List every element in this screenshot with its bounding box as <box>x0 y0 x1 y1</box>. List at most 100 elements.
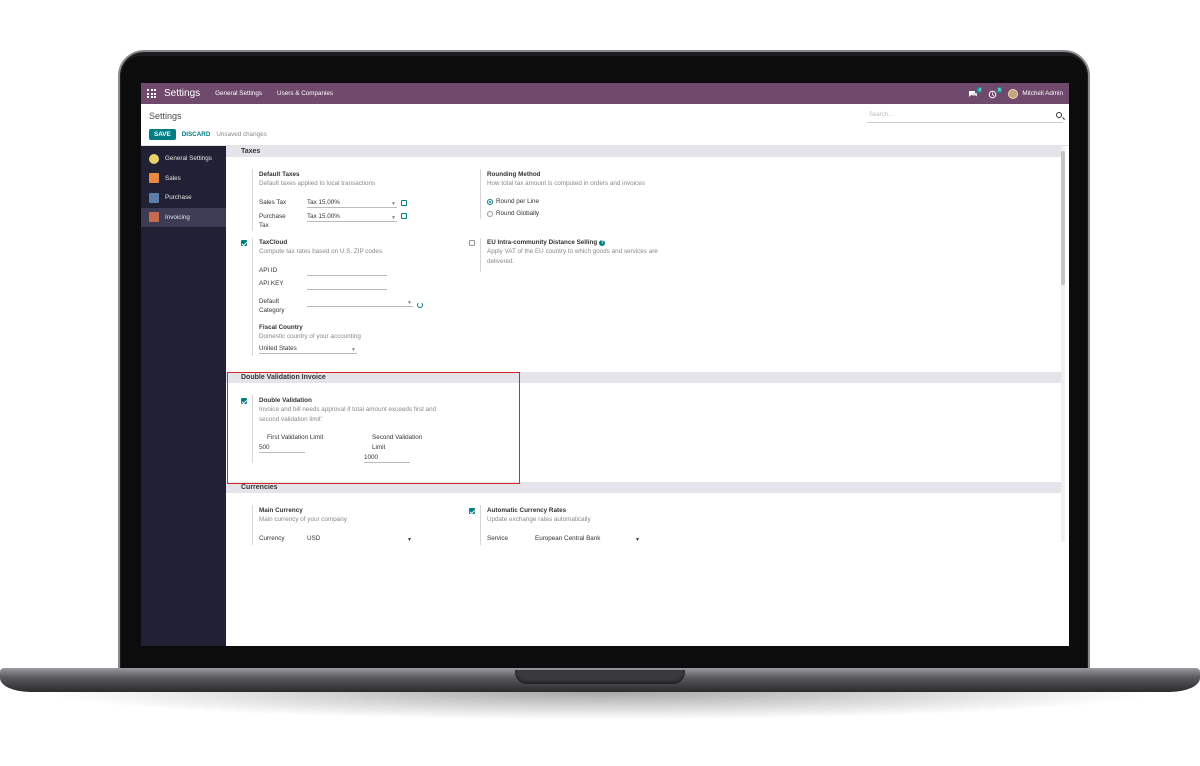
sidebar-item-invoicing[interactable]: Invoicing <box>141 207 226 227</box>
user-name: Mitchell Admin <box>1022 90 1063 97</box>
currency-value: USD <box>307 535 321 542</box>
sales-tax-value: Tax 15.00% <box>307 199 340 206</box>
taxcloud-checkbox[interactable] <box>241 240 247 246</box>
purchase-icon <box>149 192 159 203</box>
setting-divider <box>480 505 481 545</box>
help-icon[interactable]: ? <box>599 240 606 246</box>
default-category-label: Default <box>259 298 279 305</box>
sidebar-item-general-settings[interactable]: General Settings <box>141 149 226 169</box>
save-button[interactable]: SAVE <box>149 129 176 140</box>
external-link-icon[interactable] <box>401 213 407 219</box>
sales-chart-icon <box>149 173 159 184</box>
gear-icon <box>149 153 159 164</box>
scrollbar-thumb[interactable] <box>1061 151 1065 285</box>
activities-clock-icon[interactable]: 5 <box>988 86 1003 98</box>
setting-divider <box>480 169 481 219</box>
laptop-shadow <box>40 692 1160 720</box>
user-menu[interactable]: Mitchell Admin <box>1008 88 1063 99</box>
sales-tax-label: Sales Tax <box>259 199 287 206</box>
setting-divider <box>252 169 253 231</box>
menu-users-companies[interactable]: Users & Companies <box>277 90 333 97</box>
service-select[interactable]: European Central Bank ▼ <box>535 534 641 544</box>
round-per-line-label[interactable]: Round per Line <box>496 198 539 205</box>
chevron-down-icon: ▼ <box>407 537 412 543</box>
setting-description-2: delivered. <box>487 257 515 265</box>
setting-divider <box>252 238 253 356</box>
app-title[interactable]: Settings <box>164 88 200 99</box>
external-link-icon[interactable] <box>401 200 407 206</box>
api-key-label: API KEY <box>259 280 284 287</box>
setting-description: Apply VAT of the EU country to which goo… <box>487 248 658 255</box>
settings-sidebar: General Settings Sales Purchase Invoicin… <box>141 146 226 646</box>
setting-description: Default taxes applied to local transacti… <box>259 180 376 187</box>
service-value: European Central Bank <box>535 535 601 542</box>
search-placeholder: Search... <box>869 112 894 118</box>
setting-eu-distance-selling: EU Intra-community Distance Selling? App… <box>487 239 677 266</box>
setting-default-taxes: Default Taxes Default taxes applied to l… <box>259 171 375 189</box>
discard-button[interactable]: DISCARD <box>182 131 211 138</box>
api-key-input[interactable] <box>307 280 387 290</box>
laptop-notch <box>515 670 685 684</box>
search-input[interactable]: Search... <box>867 112 1063 123</box>
messages-icon[interactable]: 4 <box>968 86 983 98</box>
chevron-down-icon: ▼ <box>351 347 356 353</box>
purchase-tax-label: Purchase <box>259 213 286 220</box>
setting-title: Main Currency <box>259 507 303 514</box>
round-globally-radio[interactable] <box>487 211 493 217</box>
sidebar-item-label: General Settings <box>165 155 212 163</box>
default-category-select[interactable]: ▼ <box>307 297 413 307</box>
fiscal-country-select[interactable]: United States ▼ <box>259 344 357 354</box>
currency-label: Currency <box>259 535 285 542</box>
setting-description: Main currency of your company <box>259 516 347 523</box>
round-per-line-radio[interactable] <box>487 199 493 205</box>
sidebar-item-purchase[interactable]: Purchase <box>141 188 226 208</box>
search-icon[interactable] <box>1056 112 1062 118</box>
unsaved-changes-label: Unsaved changes <box>216 131 267 138</box>
setting-title: Rounding Method <box>487 171 541 178</box>
purchase-tax-select[interactable]: Tax 15.00% ▼ <box>307 212 397 222</box>
setting-description: Domestic country of your accounting <box>259 333 361 340</box>
sidebar-item-label: Sales <box>165 174 181 182</box>
setting-divider <box>480 238 481 272</box>
messages-badge: 4 <box>976 86 983 93</box>
purchase-tax-label-2: Tax <box>259 222 269 229</box>
screen: Settings General Settings Users & Compan… <box>141 83 1069 646</box>
chevron-down-icon: ▼ <box>407 300 412 306</box>
highlight-double-validation <box>227 372 520 484</box>
fiscal-country-value: United States <box>259 345 297 352</box>
top-navbar: Settings General Settings Users & Compan… <box>141 83 1069 104</box>
api-id-label: API ID <box>259 267 278 274</box>
setting-title: Default Taxes <box>259 171 300 178</box>
eu-distance-selling-checkbox[interactable] <box>469 240 475 246</box>
control-panel: Settings Search... SAVE DISCARD Unsaved … <box>141 104 1069 146</box>
purchase-tax-value: Tax 15.00% <box>307 213 340 220</box>
default-category-label-2: Category <box>259 307 285 314</box>
apps-menu-icon[interactable] <box>147 89 156 98</box>
section-header-taxes: Taxes <box>226 146 1062 157</box>
menu-general-settings[interactable]: General Settings <box>215 90 262 97</box>
round-globally-label[interactable]: Round Globally <box>496 210 539 217</box>
setting-title: Fiscal Country <box>259 324 303 331</box>
setting-description: How total tax amount is computed in orde… <box>487 180 645 187</box>
setting-automatic-currency-rates: Automatic Currency Rates Update exchange… <box>487 507 591 525</box>
automatic-currency-rates-checkbox[interactable] <box>469 508 475 514</box>
chevron-down-icon: ▼ <box>391 201 396 207</box>
refresh-icon[interactable] <box>417 302 423 308</box>
sidebar-item-sales[interactable]: Sales <box>141 169 226 189</box>
setting-divider <box>252 505 253 545</box>
sales-tax-select[interactable]: Tax 15.00% ▼ <box>307 198 397 208</box>
setting-description: Compute tax rates based on U.S. ZIP code… <box>259 248 383 255</box>
api-id-input[interactable] <box>307 266 387 276</box>
setting-title: TaxCloud <box>259 239 288 246</box>
avatar <box>1008 88 1019 99</box>
service-label: Service <box>487 535 508 542</box>
invoice-icon <box>149 212 159 223</box>
setting-taxcloud: TaxCloud Compute tax rates based on U.S.… <box>259 239 382 257</box>
setting-description: Update exchange rates automatically <box>487 516 591 523</box>
setting-title: EU Intra-community Distance Selling? <box>487 239 677 246</box>
setting-fiscal-country: Fiscal Country Domestic country of your … <box>259 324 361 342</box>
sidebar-item-label: Purchase <box>165 194 192 202</box>
sidebar-item-label: Invoicing <box>165 213 190 221</box>
currency-select[interactable]: USD ▼ <box>307 534 413 544</box>
activities-badge: 5 <box>996 86 1003 93</box>
